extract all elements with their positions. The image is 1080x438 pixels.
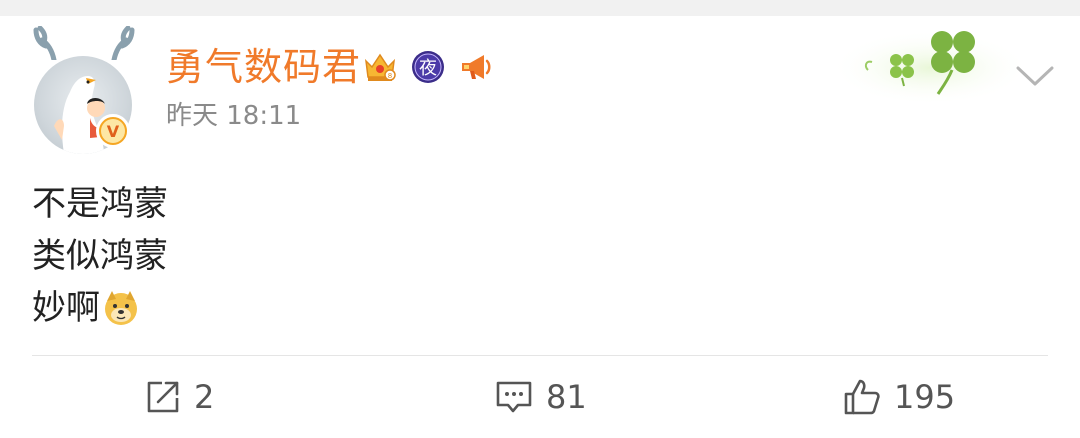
author-avatar[interactable]: V: [28, 26, 140, 154]
antler-icon: [111, 26, 135, 60]
post-timestamp: 昨天 18:11: [166, 101, 302, 131]
doge-emoji-icon: [102, 289, 140, 327]
comment-count: 81: [546, 378, 587, 416]
megaphone-icon[interactable]: [458, 49, 494, 85]
verified-badge-icon: V: [96, 114, 130, 148]
svg-text:夜: 夜: [419, 58, 437, 79]
content-line: 类似鸿蒙: [32, 236, 168, 276]
antler-icon: [33, 26, 57, 60]
chevron-down-icon[interactable]: [1014, 60, 1056, 90]
weibo-post-card: V 勇气数码君 8 夜 昨天 18:11 不是鸿蒙 类似鸿蒙 妙啊 2 81 1…: [0, 0, 1080, 438]
repost-icon: [147, 381, 179, 413]
post-actions-bar: 2 81 195: [0, 356, 1080, 438]
content-line: 不是鸿蒙: [32, 184, 168, 224]
like-button[interactable]: 195: [842, 356, 955, 438]
content-line-with-emoji: 妙啊: [32, 282, 168, 334]
comment-button[interactable]: 81: [494, 356, 587, 438]
post-header: V 勇气数码君 8 夜 昨天 18:11: [0, 0, 1080, 154]
author-name[interactable]: 勇气数码君: [166, 44, 361, 90]
author-badges: 8 夜: [362, 44, 506, 90]
four-leaf-clover-icon: [830, 22, 1030, 102]
svg-text:8: 8: [388, 72, 392, 80]
night-badge-icon[interactable]: 夜: [410, 49, 446, 85]
post-content: 不是鸿蒙 类似鸿蒙 妙啊: [32, 178, 168, 334]
comment-icon: [496, 381, 532, 413]
crown-vip-icon[interactable]: 8: [362, 49, 398, 85]
thumbs-up-icon: [844, 379, 880, 415]
repost-count: 2: [194, 378, 215, 416]
repost-button[interactable]: 2: [144, 356, 214, 438]
content-line-text: 妙啊: [32, 288, 100, 328]
like-count: 195: [894, 378, 956, 416]
